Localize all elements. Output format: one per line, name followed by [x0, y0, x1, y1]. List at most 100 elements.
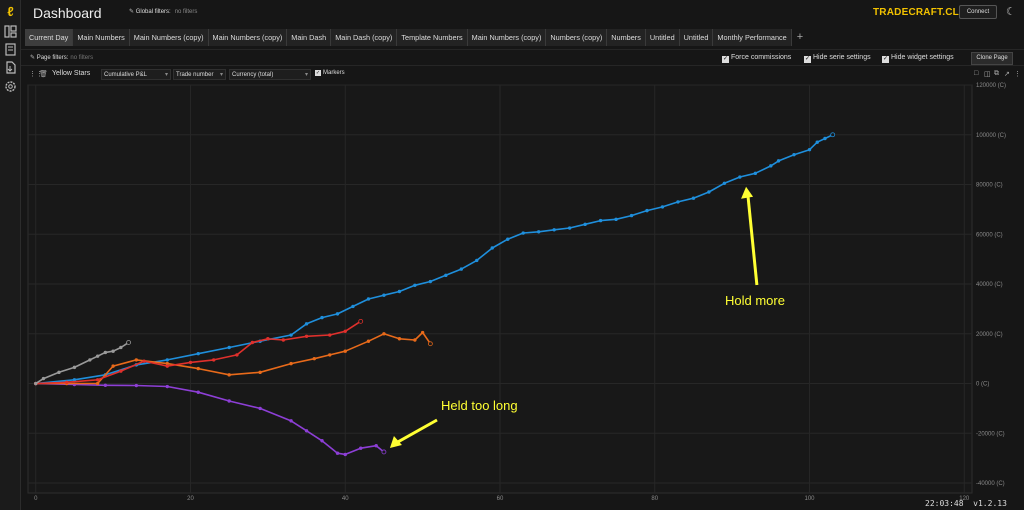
chart-grid: [27, 84, 973, 494]
data-point: [397, 289, 402, 294]
annotation-hold-more: Hold more: [725, 293, 785, 308]
data-point: [196, 366, 200, 371]
data-point: [304, 429, 309, 433]
data-point: [397, 337, 402, 341]
data-point: [343, 349, 347, 353]
data-point: [427, 341, 433, 347]
data-point: [328, 353, 332, 357]
y-tick-label: -20000 (C): [976, 431, 1005, 437]
data-point: [111, 364, 115, 368]
data-point: [707, 190, 711, 194]
data-point: [598, 218, 603, 223]
y-tick-label: 80000 (C): [976, 183, 1003, 189]
data-point: [359, 446, 363, 450]
data-point: [444, 273, 448, 278]
data-point: [72, 378, 77, 382]
data-point: [792, 152, 796, 157]
y-tick-label: -40000 (C): [976, 481, 1005, 487]
data-point: [374, 444, 378, 448]
data-point: [815, 140, 819, 144]
data-point: [676, 200, 680, 204]
data-point: [235, 353, 239, 357]
data-point: [165, 364, 169, 368]
data-point: [490, 246, 494, 250]
pnl-chart: 120000 (C) 100000 (C) 80000 (C) 60000 (C) 40…: [27, 83, 1006, 502]
data-point: [126, 340, 131, 345]
y-tick-label: 40000 (C): [976, 282, 1003, 288]
data-point: [381, 449, 387, 455]
data-point: [428, 279, 433, 284]
data-point: [823, 136, 827, 141]
data-point: [119, 345, 123, 350]
data-point: [536, 230, 541, 234]
data-point: [111, 349, 115, 353]
data-point: [738, 175, 742, 179]
data-point: [328, 333, 332, 337]
app-version: v1.2.13: [973, 499, 1007, 508]
data-point: [358, 318, 364, 324]
data-point: [343, 452, 347, 457]
data-point: [227, 373, 231, 377]
data-point: [34, 381, 38, 386]
data-point: [629, 213, 634, 218]
y-tick-label: 120000 (C): [976, 83, 1006, 89]
data-point: [382, 332, 386, 336]
x-tick-label: 80: [651, 496, 658, 502]
data-point: [72, 365, 77, 370]
data-point: [769, 164, 773, 168]
data-point: [250, 340, 255, 345]
status-clock: 22:03:48 v1.2.13: [925, 499, 1007, 508]
annotation-held-too-long: Held too long: [441, 398, 518, 413]
data-point: [351, 304, 355, 309]
data-point: [691, 196, 696, 200]
data-point: [304, 322, 309, 326]
data-point: [420, 330, 425, 335]
x-tick-label: 0: [34, 496, 38, 502]
data-point: [753, 171, 758, 176]
data-point: [103, 350, 108, 355]
y-tick-label: 0 (C): [976, 382, 989, 388]
data-point: [660, 205, 665, 209]
data-point: [258, 406, 262, 411]
data-point: [320, 315, 324, 320]
data-point: [165, 384, 169, 389]
data-point: [95, 354, 100, 358]
data-point: [413, 338, 417, 342]
x-tick-label: 60: [497, 496, 504, 502]
data-point: [88, 358, 92, 362]
data-point: [343, 329, 347, 333]
data-point: [188, 360, 193, 365]
data-point: [475, 258, 479, 263]
data-point: [583, 222, 587, 227]
data-point: [645, 208, 649, 213]
data-point: [304, 334, 309, 338]
data-point: [41, 376, 46, 381]
data-point: [227, 345, 231, 350]
data-point: [289, 333, 293, 337]
data-point: [281, 338, 286, 342]
y-tick-label: 20000 (C): [976, 332, 1003, 338]
data-point: [722, 181, 727, 185]
data-point: [521, 231, 525, 235]
data-point: [119, 369, 123, 373]
data-point: [382, 293, 386, 297]
data-point: [212, 358, 216, 362]
data-point: [95, 381, 100, 386]
data-point: [614, 217, 618, 222]
data-point: [134, 358, 139, 362]
data-point: [413, 283, 417, 287]
data-point: [366, 339, 371, 343]
data-point: [142, 359, 146, 363]
data-point: [459, 267, 464, 271]
data-point: [366, 297, 371, 301]
data-point: [57, 370, 61, 375]
data-point: [196, 390, 200, 394]
data-point: [567, 226, 572, 230]
data-point: [196, 351, 200, 356]
data-point: [266, 337, 270, 341]
data-point: [64, 380, 69, 384]
x-tick-label: 20: [187, 496, 194, 502]
data-point: [312, 356, 316, 361]
data-point: [95, 378, 100, 382]
y-tick-label: 60000 (C): [976, 232, 1003, 238]
